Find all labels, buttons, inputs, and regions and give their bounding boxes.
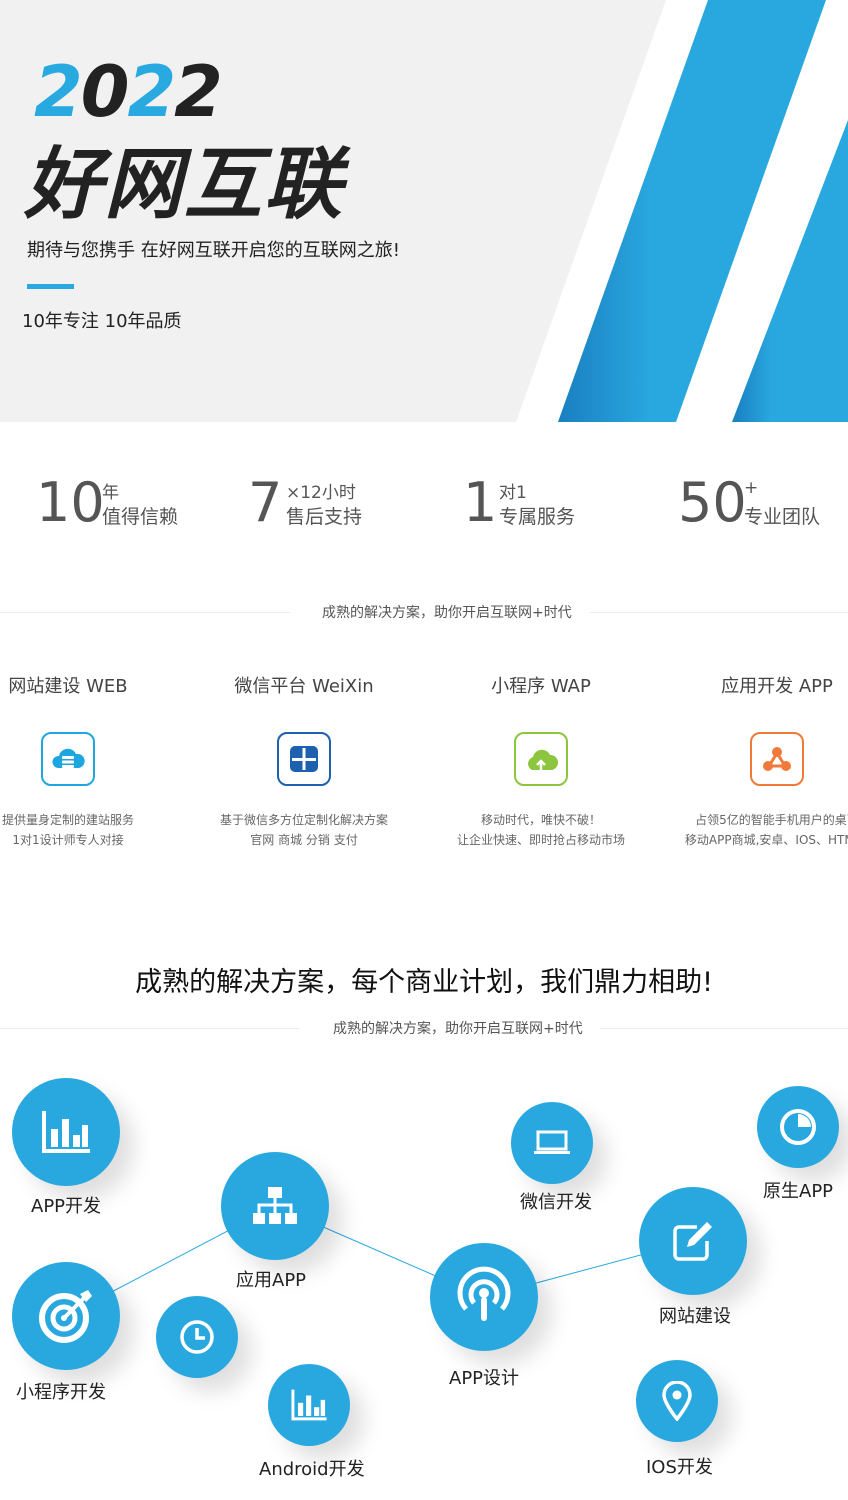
bubble-wechat-dev[interactable]	[511, 1102, 593, 1184]
bubble-android[interactable]	[268, 1364, 350, 1446]
broadcast-icon	[457, 1266, 511, 1321]
bubble-app-design[interactable]	[430, 1243, 538, 1351]
laptop-icon	[534, 1130, 570, 1154]
bubble-label: APP设计	[449, 1368, 520, 1389]
bubble-label: 小程序开发	[16, 1382, 106, 1403]
bubble-label: 微信开发	[520, 1192, 592, 1213]
edit-icon	[673, 1222, 712, 1261]
clock-icon	[180, 1320, 214, 1354]
bubble-clock[interactable]	[156, 1296, 238, 1378]
pie-chart-icon	[780, 1109, 816, 1145]
bubble-label: 原生APP	[763, 1181, 834, 1202]
target-icon	[39, 1290, 92, 1343]
bubble-label: Android开发	[259, 1459, 365, 1480]
bubble-label: APP开发	[31, 1196, 102, 1217]
sitemap-icon	[253, 1187, 297, 1224]
bubble-native-app[interactable]	[757, 1086, 839, 1168]
bar-chart-icon	[42, 1111, 90, 1153]
bubble-label: IOS开发	[646, 1457, 713, 1478]
bubble-app-dev[interactable]	[12, 1078, 120, 1186]
bubble-label: 应用APP	[236, 1270, 307, 1291]
bubble-website[interactable]	[639, 1187, 747, 1295]
location-pin-icon	[662, 1381, 692, 1421]
bubble-label: 网站建设	[659, 1306, 731, 1327]
bubble-app-application[interactable]	[221, 1152, 329, 1260]
bubble-ios[interactable]	[636, 1360, 718, 1442]
bar-chart-icon	[291, 1389, 327, 1421]
bubble-mini-program[interactable]	[12, 1262, 120, 1370]
